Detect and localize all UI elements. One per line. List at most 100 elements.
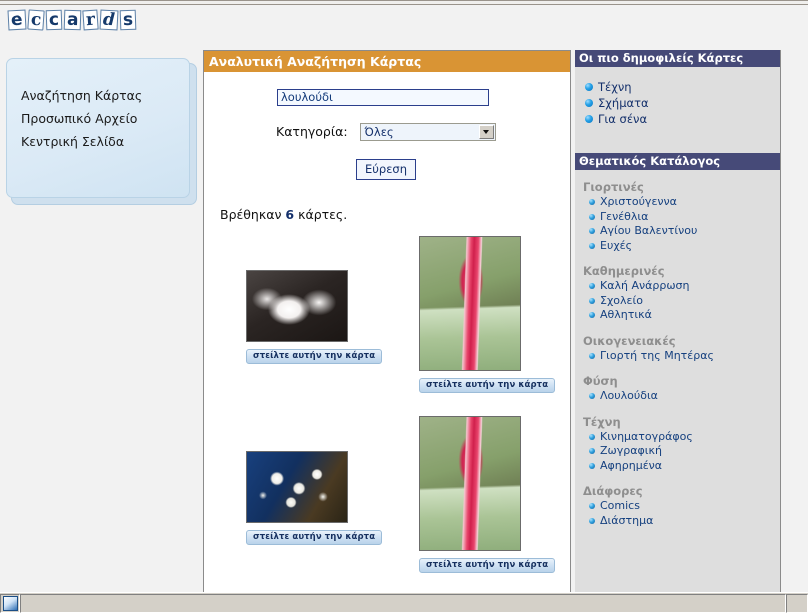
catalog-list-item-label: Αφηρημένα — [600, 458, 663, 472]
catalog-group: Διάφορες Comics Διάστημα — [583, 484, 780, 528]
card-thumbnail-pink-tulip-2[interactable] — [419, 415, 521, 551]
catalog-list-item[interactable]: Διάστημα — [589, 514, 780, 529]
catalog-group-title: Τέχνη — [583, 414, 621, 429]
bullet-icon — [589, 297, 595, 304]
catalog-list-item[interactable]: Αθλητικά — [589, 308, 780, 323]
browser-window: e c c a r d s Αναζήτηση Κάρτας Προσωπικό… — [0, 0, 808, 613]
catalog-list-item[interactable]: Λουλούδια — [589, 389, 780, 404]
results-count-text: Βρέθηκαν 6 κάρτες. — [204, 207, 570, 222]
catalog-list-item[interactable]: Ευχές — [589, 239, 780, 254]
catalog-group: Οικογενειακές Γιορτή της Μητέρας — [583, 334, 780, 364]
catalog-list-item[interactable]: Καλή Ανάρρωση — [589, 279, 780, 294]
right-sidebar: Οι πιο δημοφιλείς Κάρτες Τέχνη Σχήματα Για… — [575, 50, 781, 592]
popular-cards-title: Οι πιο δημοφιλείς Κάρτες — [575, 50, 780, 67]
search-panel: Αναλυτική Αναζήτηση Κάρτας Κατηγορία: Όλ… — [203, 50, 571, 592]
card-result: στείλτε αυτήν την κάρτα — [419, 235, 556, 393]
catalog-list-item-label: Λουλούδια — [600, 389, 658, 402]
nav-card: Αναζήτηση Κάρτας Προσωπικό Αρχείο Κεντρι… — [6, 58, 190, 198]
sidebar-item-home[interactable]: Κεντρική Σελίδα — [21, 130, 189, 153]
bullet-icon — [589, 283, 595, 290]
catalog-list-item[interactable]: Γιορτή της Μητέρας — [589, 349, 780, 364]
catalog-title: Θεματικός Κατάλογος — [575, 153, 780, 170]
send-card-button[interactable]: στείλτε αυτήν την κάρτα — [246, 529, 383, 545]
bullet-icon — [589, 242, 595, 249]
search-submit-button[interactable]: Εύρεση — [356, 158, 416, 180]
bullet-icon — [585, 99, 593, 107]
browser-status-bar — [0, 592, 808, 613]
catalog-list-item-label: Γενέθλια — [600, 209, 649, 223]
category-select[interactable]: Όλες — [359, 122, 496, 141]
bullet-icon — [589, 393, 595, 400]
main-navigation: Αναζήτηση Κάρτας Προσωπικό Αρχείο Κεντρι… — [6, 58, 197, 205]
catalog-list-item-label: Comics — [600, 499, 640, 512]
chevron-down-icon[interactable] — [478, 124, 494, 139]
bullet-icon — [589, 199, 595, 206]
catalog-list-item-label: Κινηματογράφος — [600, 429, 693, 443]
popular-list-item[interactable]: Σχήματα — [585, 95, 780, 111]
status-icon-cell — [0, 593, 20, 613]
search-panel-title: Αναλυτική Αναζήτηση Κάρτας — [204, 51, 570, 73]
bullet-icon — [589, 448, 595, 455]
popular-list-item[interactable]: Για σένα — [585, 111, 780, 127]
bullet-icon — [589, 352, 595, 359]
catalog-list-item-label: Καλή Ανάρρωση — [600, 279, 690, 292]
card-result: στείλτε αυτήν την κάρτα — [246, 450, 383, 545]
category-row: Κατηγορία: Όλες — [204, 122, 570, 141]
bullet-icon — [589, 312, 595, 319]
sidebar-item-personal-file[interactable]: Προσωπικό Αρχείο — [21, 107, 189, 130]
catalog-group-title: Φύση — [583, 374, 618, 388]
logo-letter: c — [45, 9, 63, 31]
bullet-icon — [589, 433, 595, 440]
catalog-list-item[interactable]: Comics — [589, 499, 780, 514]
catalog-list-item[interactable]: Αφηρημένα — [589, 459, 780, 474]
catalog-list-item[interactable]: Γενέθλια — [589, 210, 780, 225]
site-logo[interactable]: e c c a r d s — [7, 9, 137, 31]
catalog-list-item[interactable]: Κινηματογράφος — [589, 430, 780, 445]
logo-letter: s — [119, 9, 137, 31]
send-card-button[interactable]: στείλτε αυτήν την κάρτα — [419, 557, 556, 573]
status-resize-grip[interactable] — [786, 593, 808, 613]
catalog-list-item[interactable]: Σχολείο — [589, 294, 780, 309]
catalog-list-item[interactable]: Χριστούγεννα — [589, 195, 780, 210]
logo-letter: a — [63, 9, 82, 31]
card-result: στείλτε αυτήν την κάρτα — [419, 415, 556, 573]
bullet-icon — [589, 228, 595, 235]
catalog-group-title: Διάφορες — [583, 484, 643, 498]
bullet-icon — [585, 115, 593, 123]
logo-letter: r — [82, 9, 100, 31]
catalog-group-title: Καθημερινές — [583, 264, 665, 278]
card-thumbnail-white-orchid[interactable] — [246, 269, 348, 342]
catalog-group-title: Οικογενειακές — [583, 333, 676, 348]
catalog-group: Τέχνη Κινηματογράφος Ζωγραφική Αφηρημένα — [583, 415, 780, 474]
catalog-group: Γιορτινές Χριστούγεννα Γενέθλια Αγίου Βαλεν… — [583, 180, 780, 253]
search-input[interactable] — [277, 88, 489, 106]
bullet-icon — [589, 462, 595, 469]
popular-list-item-label: Τέχνη — [598, 80, 632, 94]
card-thumbnail-white-blossom[interactable] — [246, 450, 348, 523]
category-label: Κατηγορία: — [276, 124, 348, 139]
logo-letter: e — [7, 9, 27, 31]
status-text-cell — [20, 593, 786, 613]
browser-toolbar-strip — [0, 0, 808, 5]
bullet-icon — [585, 83, 593, 91]
catalog-list-item[interactable]: Ζωγραφική — [589, 444, 780, 459]
send-card-button[interactable]: στείλτε αυτήν την κάρτα — [419, 377, 556, 393]
card-result: στείλτε αυτήν την κάρτα — [246, 269, 383, 364]
catalog-list-item-label: Αθλητικά — [600, 308, 652, 321]
search-form: Κατηγορία: Όλες Εύρεση — [204, 73, 570, 180]
catalog-group-title: Γιορτινές — [583, 180, 644, 194]
popular-list-item-label: Για σένα — [598, 112, 648, 126]
catalog-list-item-label: Αγίου Βαλεντίνου — [600, 224, 698, 237]
sidebar-item-card-search[interactable]: Αναζήτηση Κάρτας — [21, 84, 189, 107]
popular-list-item-label: Σχήματα — [598, 96, 649, 110]
send-card-button[interactable]: στείλτε αυτήν την κάρτα — [246, 348, 383, 364]
catalog-list-item-label: Σχολείο — [600, 293, 643, 307]
category-selected-value: Όλες — [364, 124, 394, 139]
card-thumbnail-pink-tulip-1[interactable] — [419, 235, 521, 371]
popular-cards-list: Τέχνη Σχήματα Για σένα — [575, 67, 780, 127]
popular-list-item[interactable]: Τέχνη — [585, 79, 780, 95]
catalog-list-item-label: Χριστούγεννα — [600, 195, 677, 208]
catalog-group: Φύση Λουλούδια — [583, 374, 780, 404]
catalog-list-item[interactable]: Αγίου Βαλεντίνου — [589, 224, 780, 239]
